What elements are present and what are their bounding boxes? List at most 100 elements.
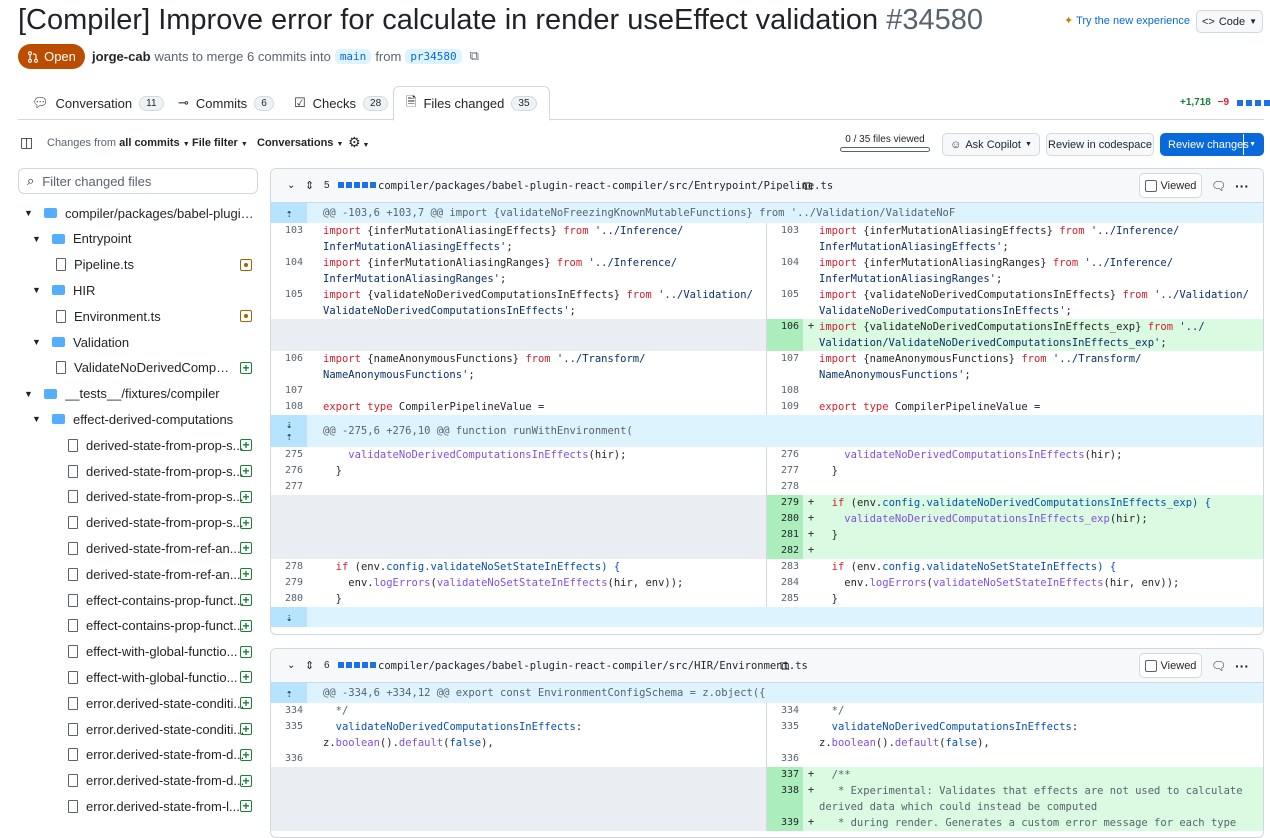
tree-directory[interactable]: ▼ HIR <box>32 277 258 303</box>
line-number[interactable]: 335 <box>271 719 307 751</box>
viewed-checkbox[interactable]: Viewed <box>1139 653 1202 678</box>
expand-both-icon[interactable]: ⇣ ⇡ <box>271 415 307 447</box>
line-number[interactable]: 280 <box>767 511 803 527</box>
line-number[interactable]: 275 <box>271 447 307 463</box>
copy-icon[interactable]: ⧉ <box>470 48 479 64</box>
line-number[interactable]: 108 <box>767 383 803 399</box>
tree-file[interactable]: effect-with-global-functio... + <box>62 664 258 690</box>
expand-up-icon[interactable]: ⇡ <box>271 203 307 223</box>
line-number[interactable]: 337 <box>767 767 803 783</box>
tree-file[interactable]: derived-state-from-ref-an... + <box>62 561 258 587</box>
tree-file[interactable]: error.derived-state-conditi... + <box>62 690 258 716</box>
tab-files-changed[interactable]: 🗎︎ Files changed 35 <box>393 86 550 121</box>
chevron-down-icon[interactable]: ▼ <box>32 234 46 244</box>
line-number[interactable]: 104 <box>271 255 307 287</box>
line-number[interactable]: 334 <box>767 703 803 719</box>
comment-icon[interactable]: 🗨︎ <box>1211 659 1226 673</box>
line-number[interactable]: 283 <box>767 559 803 575</box>
file-path-link[interactable]: compiler/packages/babel-plugin-react-com… <box>378 660 808 672</box>
line-number[interactable]: 277 <box>271 479 307 495</box>
tree-directory[interactable]: ▼ compiler/packages/babel-plugin-... <box>24 200 258 226</box>
line-number[interactable]: 107 <box>767 351 803 383</box>
kebab-menu-icon[interactable]: ··· <box>1235 178 1249 194</box>
line-number[interactable]: 277 <box>767 463 803 479</box>
line-number[interactable]: 107 <box>271 383 307 399</box>
tree-directory[interactable]: ▼ __tests__/fixtures/compiler <box>24 381 258 407</box>
line-number[interactable]: 336 <box>271 751 307 767</box>
tree-file[interactable]: Pipeline.ts <box>50 252 258 278</box>
line-number[interactable]: 105 <box>767 287 803 319</box>
line-number[interactable]: 104 <box>767 255 803 287</box>
tree-directory[interactable]: ▼ Entrypoint <box>32 226 258 252</box>
expand-all-icon[interactable]: ⇕ <box>305 659 314 672</box>
file-path-link[interactable]: compiler/packages/babel-plugin-react-com… <box>378 180 833 192</box>
collapse-chevron-icon[interactable]: ⌄ <box>287 180 295 191</box>
tree-file[interactable]: error.derived-state-conditi... + <box>62 716 258 742</box>
chevron-down-icon[interactable]: ▼ <box>24 389 38 399</box>
chevron-down-icon[interactable]: ▼ <box>32 414 46 424</box>
line-number[interactable]: 276 <box>271 463 307 479</box>
filter-files-input[interactable]: ⌕ Filter changed files <box>18 168 258 194</box>
line-number[interactable]: 338 <box>767 783 803 815</box>
chevron-down-icon[interactable]: ▼ <box>24 208 38 218</box>
code-button[interactable]: <> Code ▼ <box>1196 10 1263 33</box>
tree-file[interactable]: effect-contains-prop-funct... + <box>62 587 258 613</box>
line-number[interactable]: 278 <box>767 479 803 495</box>
sidebar-toggle-icon[interactable]: ◫ <box>20 134 33 151</box>
tree-file[interactable]: derived-state-from-prop-s... + <box>62 458 258 484</box>
line-number[interactable]: 285 <box>767 591 803 607</box>
tree-file[interactable]: derived-state-from-prop-s... + <box>62 484 258 510</box>
line-number[interactable]: 336 <box>767 751 803 767</box>
line-number[interactable]: 106 <box>271 351 307 383</box>
conversations-dropdown[interactable]: Conversations ▼ <box>257 137 343 149</box>
comment-icon[interactable]: 🗨︎ <box>1211 179 1226 193</box>
tree-file[interactable]: error.derived-state-from-d... + <box>62 768 258 794</box>
tree-file[interactable]: Environment.ts <box>50 303 258 329</box>
changes-from-dropdown[interactable]: Changes from all commits ▼ <box>47 137 190 149</box>
settings-gear-icon[interactable]: ⚙ ▼ <box>348 134 369 151</box>
file-filter-dropdown[interactable]: File filter ▼ <box>192 137 248 149</box>
tree-file[interactable]: error.derived-state-from-d... + <box>62 742 258 768</box>
tree-file[interactable]: error.derived-state-from-l... + <box>62 793 258 819</box>
copy-path-icon[interactable]: ⧉ <box>803 178 812 194</box>
line-number[interactable]: 103 <box>271 223 307 255</box>
viewed-checkbox[interactable]: Viewed <box>1139 173 1202 198</box>
line-number[interactable]: 284 <box>767 575 803 591</box>
tree-file[interactable]: effect-contains-prop-funct... + <box>62 613 258 639</box>
chevron-down-icon[interactable]: ▼ <box>32 337 46 347</box>
line-number[interactable]: 334 <box>271 703 307 719</box>
expand-all-icon[interactable]: ⇕ <box>305 179 314 192</box>
expand-down-icon[interactable]: ⇣ <box>271 607 307 627</box>
line-number[interactable]: 279 <box>767 495 803 511</box>
kebab-menu-icon[interactable]: ··· <box>1235 658 1249 674</box>
tree-file[interactable]: derived-state-from-ref-an... + <box>62 535 258 561</box>
base-branch[interactable]: main <box>334 48 372 64</box>
line-number[interactable]: 279 <box>271 575 307 591</box>
review-in-codespace-button[interactable]: Review in codespace <box>1046 133 1154 156</box>
tab-checks[interactable]: ☑ Checks 28 <box>282 86 400 120</box>
review-changes-button[interactable]: Review changes ▼ <box>1160 133 1264 156</box>
tree-directory[interactable]: ▼ Validation <box>32 329 258 355</box>
line-number[interactable]: 282 <box>767 543 803 559</box>
line-number[interactable]: 281 <box>767 527 803 543</box>
tab-commits[interactable]: ⊸ Commits 6 <box>166 86 286 120</box>
tree-directory[interactable]: ▼ effect-derived-computations <box>32 406 258 432</box>
line-number[interactable]: 109 <box>767 399 803 415</box>
try-new-experience-link[interactable]: ✦ Try the new experience <box>1064 14 1190 27</box>
line-number[interactable]: 103 <box>767 223 803 255</box>
line-number[interactable]: 105 <box>271 287 307 319</box>
pr-author-link[interactable]: jorge-cab <box>92 49 151 64</box>
line-number[interactable]: 106 <box>767 319 803 351</box>
line-number[interactable]: 278 <box>271 559 307 575</box>
collapse-chevron-icon[interactable]: ⌄ <box>287 660 295 671</box>
tree-file[interactable]: derived-state-from-prop-s... + <box>62 510 258 536</box>
line-number[interactable]: 280 <box>271 591 307 607</box>
head-branch[interactable]: pr34580 <box>405 48 462 64</box>
tree-file[interactable]: derived-state-from-prop-s... + <box>62 432 258 458</box>
chevron-down-icon[interactable]: ▼ <box>32 285 46 295</box>
tree-file[interactable]: ValidateNoDerivedComput... + <box>50 355 258 381</box>
line-number[interactable]: 335 <box>767 719 803 751</box>
ask-copilot-button[interactable]: ☺︎ Ask Copilot ▼ <box>942 133 1040 156</box>
copy-path-icon[interactable]: ⧉ <box>780 658 789 674</box>
expand-up-icon[interactable]: ⇡ <box>271 683 307 703</box>
